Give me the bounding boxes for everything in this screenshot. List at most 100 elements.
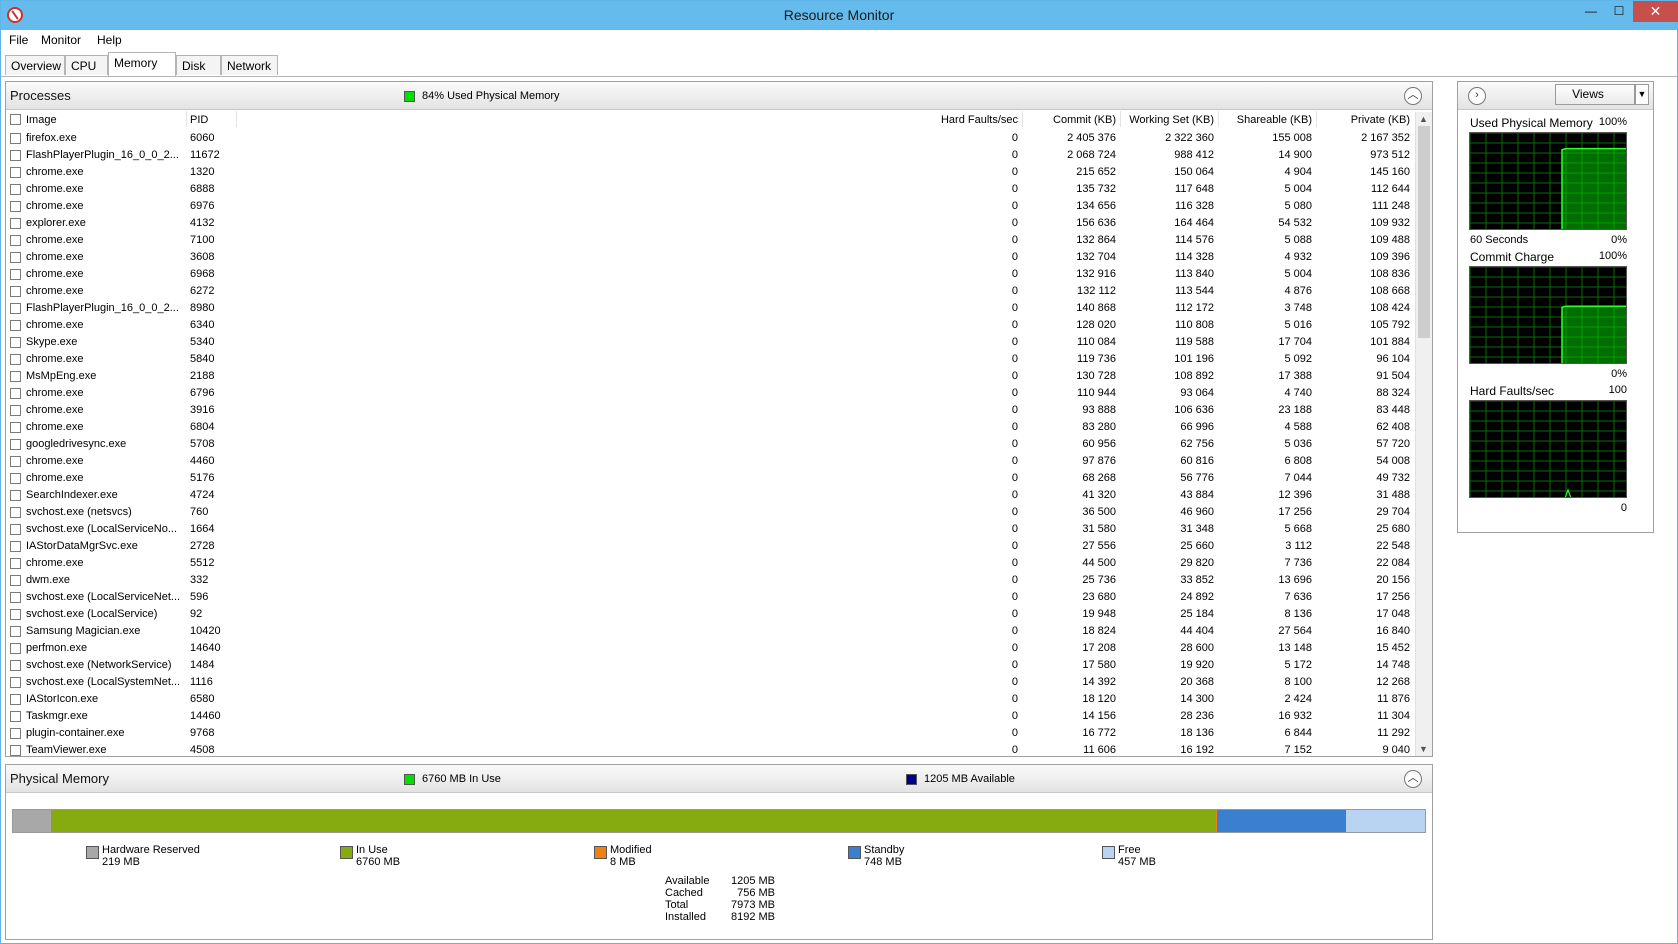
column-shareable[interactable]: Shareable (KB) bbox=[1222, 114, 1312, 126]
row-checkbox[interactable] bbox=[10, 133, 21, 144]
row-checkbox[interactable] bbox=[10, 711, 21, 722]
table-row[interactable]: chrome.exe 6796 0 110 944 93 064 4 740 88 324 bbox=[6, 385, 1415, 402]
column-hard-faults[interactable]: Hard Faults/sec bbox=[886, 114, 1018, 126]
row-checkbox[interactable] bbox=[10, 405, 21, 416]
row-checkbox[interactable] bbox=[10, 592, 21, 603]
table-row[interactable]: svchost.exe (NetworkService) 1484 0 17 580 1… bbox=[6, 657, 1415, 674]
row-checkbox[interactable] bbox=[10, 252, 21, 263]
table-row[interactable]: chrome.exe 6804 0 83 280 66 996 4 588 62 408 bbox=[6, 419, 1415, 436]
views-button[interactable]: Views bbox=[1555, 84, 1635, 105]
table-row[interactable]: dwm.exe 332 0 25 736 33 852 13 696 20 156 bbox=[6, 572, 1415, 589]
column-working-set[interactable]: Working Set (KB) bbox=[1124, 114, 1214, 126]
table-row[interactable]: FlashPlayerPlugin_16_0_0_2... 8980 0 140 86… bbox=[6, 300, 1415, 317]
table-row[interactable]: googledrivesync.exe 5708 0 60 956 62 756 5 03… bbox=[6, 436, 1415, 453]
row-checkbox[interactable] bbox=[10, 456, 21, 467]
table-row[interactable]: Taskmgr.exe 14460 0 14 156 28 236 16 932 11 30… bbox=[6, 708, 1415, 725]
menu-file[interactable]: File bbox=[9, 33, 28, 47]
table-row[interactable]: chrome.exe 3916 0 93 888 106 636 23 188 83 448 bbox=[6, 402, 1415, 419]
table-row[interactable]: chrome.exe 5840 0 119 736 101 196 5 092 96 104 bbox=[6, 351, 1415, 368]
collapse-processes-button[interactable]: ︿ bbox=[1404, 87, 1422, 105]
close-button[interactable]: ✕ bbox=[1633, 1, 1678, 22]
expand-pane-button[interactable]: › bbox=[1468, 87, 1486, 105]
tab-disk[interactable]: Disk bbox=[176, 55, 221, 75]
row-checkbox[interactable] bbox=[10, 677, 21, 688]
column-separator[interactable] bbox=[1218, 111, 1219, 127]
table-row[interactable]: svchost.exe (LocalServiceNet... 596 0 23 68… bbox=[6, 589, 1415, 606]
row-checkbox[interactable] bbox=[10, 354, 21, 365]
column-private[interactable]: Private (KB) bbox=[1320, 114, 1410, 126]
row-checkbox[interactable] bbox=[10, 575, 21, 586]
minimize-button[interactable]: — bbox=[1577, 1, 1605, 22]
scroll-down-icon[interactable]: ▼ bbox=[1419, 744, 1428, 754]
processes-header[interactable]: Processes 84% Used Physical Memory ︿ bbox=[6, 82, 1432, 110]
row-checkbox[interactable] bbox=[10, 694, 21, 705]
column-image[interactable]: Image bbox=[26, 114, 57, 126]
row-checkbox[interactable] bbox=[10, 626, 21, 637]
row-checkbox[interactable] bbox=[10, 728, 21, 739]
row-checkbox[interactable] bbox=[10, 269, 21, 280]
table-row[interactable]: chrome.exe 3608 0 132 704 114 328 4 932 109 39… bbox=[6, 249, 1415, 266]
table-row[interactable]: Skype.exe 5340 0 110 084 119 588 17 704 101 88… bbox=[6, 334, 1415, 351]
tab-network[interactable]: Network bbox=[221, 55, 278, 75]
table-row[interactable]: svchost.exe (LocalServiceNo... 1664 0 31 58… bbox=[6, 521, 1415, 538]
table-row[interactable]: chrome.exe 6272 0 132 112 113 544 4 876 108 66… bbox=[6, 283, 1415, 300]
row-checkbox[interactable] bbox=[10, 337, 21, 348]
table-row[interactable]: chrome.exe 6976 0 134 656 116 328 5 080 111 24… bbox=[6, 198, 1415, 215]
menu-help[interactable]: Help bbox=[97, 33, 122, 47]
table-row[interactable]: IAStorDataMgrSvc.exe 2728 0 27 556 25 660 3 1… bbox=[6, 538, 1415, 555]
table-row[interactable]: chrome.exe 7100 0 132 864 114 576 5 088 109 48… bbox=[6, 232, 1415, 249]
row-checkbox[interactable] bbox=[10, 286, 21, 297]
row-checkbox[interactable] bbox=[10, 184, 21, 195]
table-row[interactable]: FlashPlayerPlugin_16_0_0_2... 11672 0 2 068… bbox=[6, 147, 1415, 164]
table-row[interactable]: chrome.exe 6888 0 135 732 117 648 5 004 112 64… bbox=[6, 181, 1415, 198]
column-separator[interactable] bbox=[1022, 111, 1023, 127]
column-pid[interactable]: PID bbox=[190, 114, 208, 126]
table-row[interactable]: plugin-container.exe 9768 0 16 772 18 136 6 8… bbox=[6, 725, 1415, 742]
table-row[interactable]: IAStorIcon.exe 6580 0 18 120 14 300 2 424 11 8… bbox=[6, 691, 1415, 708]
table-row[interactable]: svchost.exe (LocalSystemNet... 1116 0 14 39… bbox=[6, 674, 1415, 691]
table-row[interactable]: chrome.exe 5512 0 44 500 29 820 7 736 22 084 bbox=[6, 555, 1415, 572]
maximize-button[interactable]: ☐ bbox=[1605, 1, 1633, 22]
table-row[interactable]: svchost.exe (netsvcs) 760 0 36 500 46 960 17 … bbox=[6, 504, 1415, 521]
scrollbar-thumb[interactable] bbox=[1418, 126, 1430, 338]
table-row[interactable]: chrome.exe 5176 0 68 268 56 776 7 044 49 732 bbox=[6, 470, 1415, 487]
collapse-physical-memory-button[interactable]: ︿ bbox=[1404, 770, 1422, 788]
scroll-up-icon[interactable]: ▲ bbox=[1419, 114, 1428, 124]
row-checkbox[interactable] bbox=[10, 235, 21, 246]
row-checkbox[interactable] bbox=[10, 524, 21, 535]
row-checkbox[interactable] bbox=[10, 218, 21, 229]
column-separator[interactable] bbox=[236, 111, 237, 127]
table-row[interactable]: chrome.exe 4460 0 97 876 60 816 6 808 54 008 bbox=[6, 453, 1415, 470]
table-row[interactable]: chrome.exe 6340 0 128 020 110 808 5 016 105 79… bbox=[6, 317, 1415, 334]
table-row[interactable]: explorer.exe 4132 0 156 636 164 464 54 532 109… bbox=[6, 215, 1415, 232]
physical-memory-header[interactable]: Physical Memory 6760 MB In Use 1205 MB A… bbox=[6, 765, 1432, 793]
row-checkbox[interactable] bbox=[10, 439, 21, 450]
column-separator[interactable] bbox=[1316, 111, 1317, 127]
table-row[interactable]: MsMpEng.exe 2188 0 130 728 108 892 17 388 91 5… bbox=[6, 368, 1415, 385]
row-checkbox[interactable] bbox=[10, 507, 21, 518]
table-row[interactable]: svchost.exe (LocalService) 92 0 19 948 25 18… bbox=[6, 606, 1415, 623]
row-checkbox[interactable] bbox=[10, 473, 21, 484]
tab-overview[interactable]: Overview bbox=[5, 55, 65, 75]
row-checkbox[interactable] bbox=[10, 558, 21, 569]
table-row[interactable]: SearchIndexer.exe 4724 0 41 320 43 884 12 396… bbox=[6, 487, 1415, 504]
row-checkbox[interactable] bbox=[10, 167, 21, 178]
row-checkbox[interactable] bbox=[10, 388, 21, 399]
table-row[interactable]: chrome.exe 1320 0 215 652 150 064 4 904 145 16… bbox=[6, 164, 1415, 181]
column-separator[interactable] bbox=[1120, 111, 1121, 127]
row-checkbox[interactable] bbox=[10, 660, 21, 671]
select-all-checkbox[interactable] bbox=[10, 114, 21, 125]
views-dropdown-icon[interactable]: ▼ bbox=[1635, 84, 1649, 105]
row-checkbox[interactable] bbox=[10, 422, 21, 433]
tab-cpu[interactable]: CPU bbox=[65, 55, 108, 75]
table-row[interactable]: perfmon.exe 14640 0 17 208 28 600 13 148 15 45… bbox=[6, 640, 1415, 657]
table-row[interactable]: firefox.exe 6060 0 2 405 376 2 322 360 155 00… bbox=[6, 130, 1415, 147]
processes-scrollbar[interactable]: ▲ ▼ bbox=[1415, 112, 1432, 756]
row-checkbox[interactable] bbox=[10, 303, 21, 314]
tab-memory[interactable]: Memory bbox=[108, 52, 176, 76]
row-checkbox[interactable] bbox=[10, 490, 21, 501]
column-separator[interactable] bbox=[186, 111, 187, 127]
table-row[interactable]: TeamViewer.exe 4508 0 11 606 16 192 7 152 9 04… bbox=[6, 742, 1415, 757]
table-row[interactable]: Samsung Magician.exe 10420 0 18 824 44 404 27… bbox=[6, 623, 1415, 640]
menu-monitor[interactable]: Monitor bbox=[41, 33, 81, 47]
